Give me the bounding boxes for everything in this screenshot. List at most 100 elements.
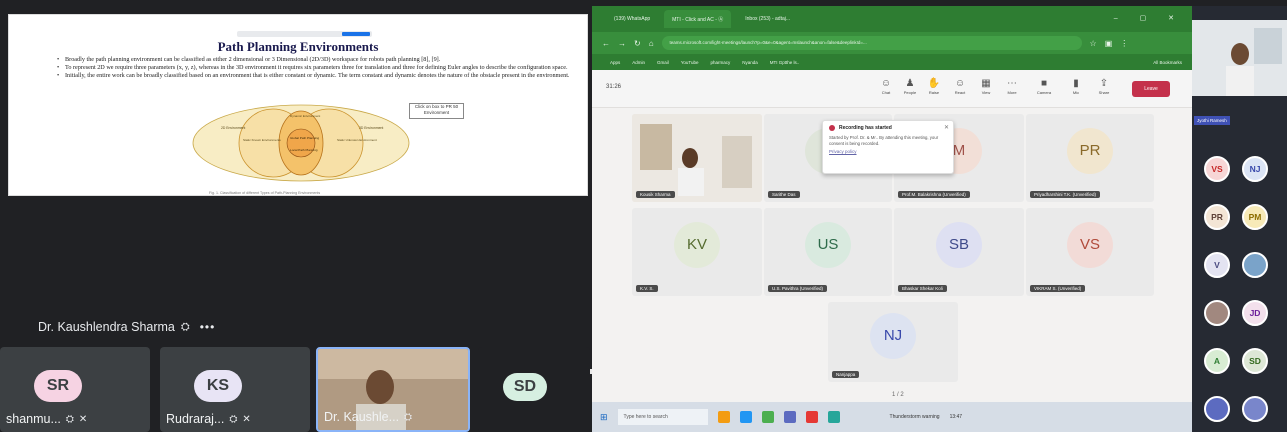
- leave-button[interactable]: Leave: [1132, 81, 1170, 97]
- participant-name-text: Dr. Kaushle...: [324, 410, 400, 424]
- teams-meeting-toolbar: 31:26 ☺ Chat ♟ People ✋ Raise ☺ React ▦ View …: [592, 70, 1192, 108]
- self-video[interactable]: [1192, 20, 1287, 96]
- venn-label: Dynamic Environment: [290, 114, 320, 118]
- toolbar-label: More: [1007, 90, 1017, 95]
- meeting-timer: 31:26: [606, 84, 622, 90]
- speaker-name-tag: Jyothi Ramesh: [1194, 116, 1230, 125]
- participant-initials: KV: [674, 221, 720, 268]
- app-icon[interactable]: [805, 411, 818, 423]
- participant-avatar[interactable]: V: [1204, 252, 1230, 278]
- participant-tile[interactable]: US U.S. Pavithra (Unverified): [764, 208, 892, 296]
- bookmark[interactable]: Nyanda: [742, 60, 758, 65]
- slide-caption: Fig. 1. Classification of different Type…: [209, 191, 321, 195]
- participant-tile[interactable]: KV K.V. S.: [632, 208, 762, 296]
- participant-avatar[interactable]: JD: [1242, 300, 1268, 326]
- participant-tile[interactable]: SD: [478, 347, 590, 432]
- participant-avatar[interactable]: NJ: [1242, 156, 1268, 182]
- participant-label: Nanjappa: [832, 371, 860, 378]
- url-field[interactable]: teams.microsoft.com/light-meetings/launc…: [661, 36, 1082, 50]
- chrome-icon[interactable]: [761, 411, 774, 423]
- share-button[interactable]: ⇪ Share: [1092, 78, 1116, 102]
- bookmark[interactable]: MTI Gptthe ls..: [770, 60, 800, 65]
- venn-diagram: 2D Environment Static Known Environments…: [192, 104, 410, 182]
- react-button[interactable]: ☺ React: [948, 78, 972, 102]
- camera-button[interactable]: ■ Camera: [1032, 78, 1056, 102]
- raise-hand-button[interactable]: ✋ Raise: [922, 78, 946, 102]
- bookmark[interactable]: Gmail: [657, 60, 669, 65]
- tab-label: (139) WhatsApp: [614, 16, 651, 22]
- more-options-icon[interactable]: •••: [200, 320, 216, 334]
- participant-tile[interactable]: VS VIKRAM S. (Unverified): [1026, 208, 1154, 296]
- taskbar-search[interactable]: Type here to search: [617, 409, 708, 425]
- back-icon[interactable]: ←: [602, 39, 610, 48]
- participant-name: Dr. Kaushle... ⛭: [324, 410, 412, 424]
- react-icon: ☺: [954, 78, 966, 89]
- close-icon[interactable]: ✕: [944, 124, 949, 131]
- teams-browser-window: (139) WhatsApp MTI - Click and AC - Ⓐ In…: [592, 6, 1192, 432]
- venn-label: 3D Environment: [359, 126, 383, 130]
- view-button[interactable]: ▦ View: [974, 78, 998, 102]
- mic-button[interactable]: ▮ Mic: [1064, 78, 1088, 102]
- windows-start-icon[interactable]: ⊞: [600, 412, 608, 423]
- extensions-icon[interactable]: ▣: [1105, 39, 1113, 48]
- participant-avatar[interactable]: A: [1204, 348, 1230, 374]
- hand-icon: ✋: [927, 78, 941, 89]
- active-speaker-tile[interactable]: Dr. Kaushle... ⛭: [316, 347, 470, 432]
- participant-avatar[interactable]: SD: [1242, 348, 1268, 374]
- toolbar-label: Chat: [881, 90, 891, 95]
- browser-tab[interactable]: (139) WhatsApp: [606, 10, 658, 28]
- participant-avatar[interactable]: PM: [1242, 204, 1268, 230]
- home-icon[interactable]: ⌂: [649, 39, 654, 48]
- recording-title-text: Recording has started: [839, 125, 892, 131]
- participant-tile[interactable]: SB Bhaskar Shekar Koli: [894, 208, 1024, 296]
- people-icon: ♟: [905, 78, 915, 89]
- participant-tile[interactable]: NJ Nanjappa: [828, 302, 958, 382]
- bookmark[interactable]: pharmacy: [710, 60, 730, 65]
- bookmark[interactable]: Admin: [632, 60, 645, 65]
- teams-icon[interactable]: [783, 411, 796, 423]
- participant-avatar[interactable]: [1242, 252, 1268, 278]
- meet-side-gallery: Jyothi Ramesh VS NJ PR PM V JD A SD: [1192, 6, 1287, 432]
- settings-icon: ⛭: [229, 413, 238, 425]
- edge-icon[interactable]: [739, 411, 752, 423]
- windows-taskbar: ⊞ Type here to search Thunderstorm warni…: [592, 402, 1192, 432]
- bookmark[interactable]: Apps: [610, 60, 620, 65]
- shared-slide: Path Planning Environments Broadly the p…: [8, 14, 588, 196]
- file-explorer-icon[interactable]: [717, 411, 730, 423]
- participant-avatar[interactable]: PR: [1204, 204, 1230, 230]
- people-button[interactable]: ♟ People: [898, 78, 922, 102]
- window-controls[interactable]: – ▢ ✕: [1114, 14, 1184, 22]
- browser-tab[interactable]: MTI - Click and AC - Ⓐ: [664, 10, 732, 28]
- participant-tile[interactable]: SR shanmu... ⛭ ✕: [0, 347, 150, 432]
- participant-tile[interactable]: PR Priyadharshini T.K. (Unverified): [1026, 114, 1154, 202]
- participant-avatar[interactable]: VS: [1204, 156, 1230, 182]
- app-icon[interactable]: [827, 411, 840, 423]
- weather-widget[interactable]: Thunderstorm warning: [890, 414, 940, 420]
- all-bookmarks[interactable]: All Bookmarks: [1153, 60, 1182, 65]
- forward-icon[interactable]: →: [618, 39, 626, 48]
- participant-tiles: SR shanmu... ⛭ ✕ KS Rudraraj... ⛭ ✕ Dr. …: [0, 347, 590, 432]
- venn-label: Local Path Planning: [290, 148, 318, 152]
- browser-tab[interactable]: Inbox (253) - adtaj...: [737, 10, 798, 28]
- venn-label: Static Known Environments: [243, 138, 281, 142]
- more-button[interactable]: ⋯ More: [1000, 78, 1024, 102]
- participant-name: Rudraraj... ⛭ ✕: [166, 412, 251, 426]
- participant-avatar[interactable]: [1204, 300, 1230, 326]
- chat-button[interactable]: ☺ Chat: [874, 78, 898, 102]
- privacy-policy-link[interactable]: Privacy policy: [829, 149, 947, 154]
- screen-share-bar[interactable]: [237, 31, 372, 37]
- bookmark[interactable]: YouTube: [681, 60, 699, 65]
- participant-avatar[interactable]: [1204, 396, 1230, 422]
- more-icon: ⋯: [1007, 78, 1017, 89]
- star-icon[interactable]: ☆: [1090, 39, 1097, 48]
- participant-tile[interactable]: KS Rudraraj... ⛭ ✕: [160, 347, 310, 432]
- menu-icon[interactable]: ⋮: [1120, 39, 1128, 48]
- toolbar-label: Share: [1098, 90, 1110, 95]
- stop-sharing-button[interactable]: [342, 32, 370, 36]
- recording-title: Recording has started: [829, 125, 947, 131]
- participant-avatar[interactable]: [1242, 396, 1268, 422]
- bookmarks-bar: Apps Admin Gmail YouTube pharmacy Nyanda…: [592, 54, 1192, 70]
- participant-video-tile[interactable]: Kousik Sharma: [632, 114, 762, 202]
- venn-label: 2D Environment: [221, 126, 245, 130]
- reload-icon[interactable]: ↻: [634, 39, 641, 48]
